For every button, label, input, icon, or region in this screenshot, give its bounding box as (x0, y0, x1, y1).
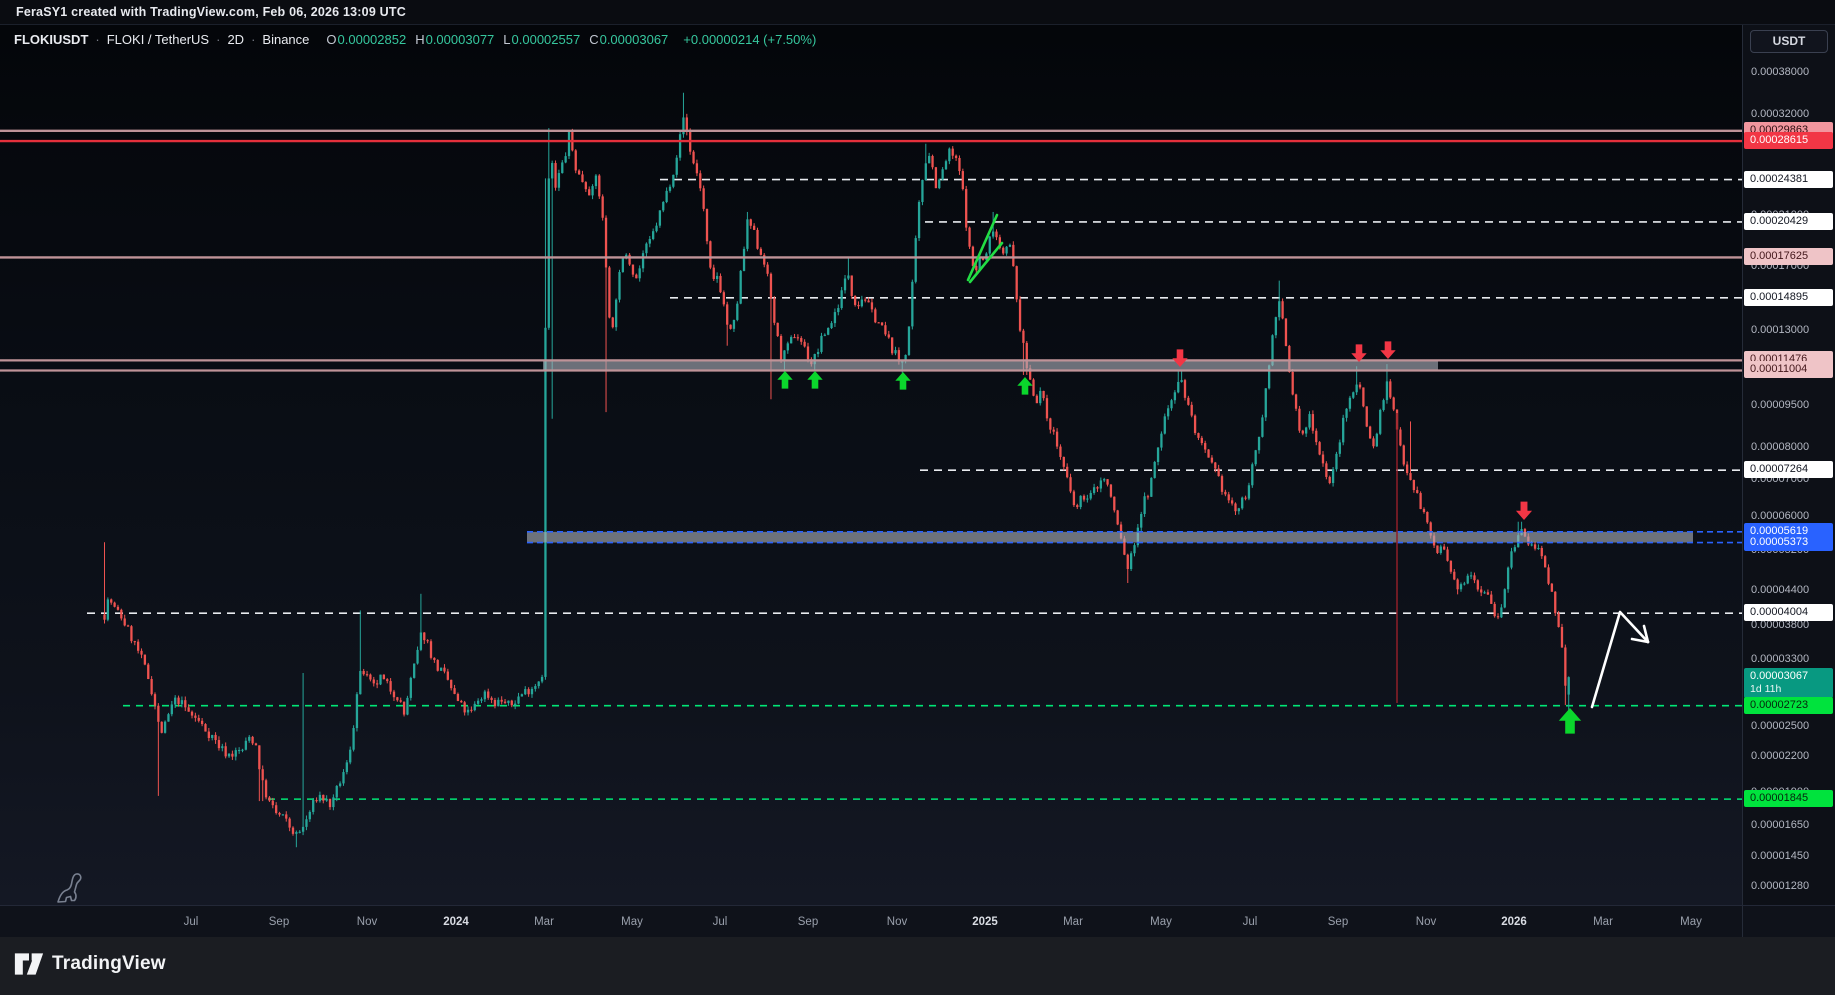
chart-canvas[interactable] (0, 25, 1742, 905)
time-label: Sep (268, 916, 290, 928)
separator: · (216, 32, 221, 47)
ohlc-item: O0.00002852 (326, 32, 407, 47)
price-tick: 0.00001650 (1751, 819, 1810, 832)
price-axis[interactable]: USDT 0.000380000.000320000.000280000.000… (1742, 25, 1835, 905)
dino-watermark-icon (57, 873, 82, 903)
price-level-badge: 0.00014895 (1744, 288, 1833, 306)
price-tick: 0.00001450 (1751, 850, 1810, 863)
price-tick: 0.00002500 (1751, 719, 1810, 732)
symbol-legend: FLOKIUSDT · FLOKI / TetherUS · 2D · Bina… (14, 32, 816, 47)
currency-toggle-button[interactable]: USDT (1750, 30, 1828, 53)
ohlc-item: L0.00002557 (503, 32, 581, 47)
sell-signal-arrow (1380, 341, 1396, 359)
time-label: Sep (1327, 916, 1349, 928)
price-level-badge: 0.00003067 1d 11h (1744, 668, 1833, 699)
price-tick: 0.00009500 (1751, 399, 1810, 412)
time-label: 2026 (1501, 916, 1527, 928)
time-label: Mar (1063, 916, 1083, 928)
supply-zone-011 (543, 360, 1438, 371)
price-tick: 0.00003800 (1751, 619, 1810, 632)
separator: · (251, 32, 256, 47)
tradingview-logo-icon (14, 953, 44, 975)
symbol-name: FLOKIUSDT (14, 32, 89, 47)
price-level-badge: 0.00004004 (1744, 604, 1833, 622)
buy-signal-arrow (777, 371, 793, 389)
buy-signal-arrow (895, 372, 911, 390)
price-level-badge: 0.00011004 (1744, 361, 1833, 379)
ohlc-item: C0.00003067 (589, 32, 669, 47)
symbol-description: FLOKI / TetherUS (106, 32, 210, 47)
buy-signal-arrow (807, 371, 823, 389)
price-tick: 0.00038000 (1751, 66, 1810, 79)
tradingview-window: FeraSY1 created with TradingView.com, Fe… (0, 0, 1835, 995)
price-level-badge: 0.00017625 (1744, 248, 1833, 266)
ohlc-item: H0.00003077 (415, 32, 495, 47)
tradingview-logo[interactable]: TradingView (14, 951, 166, 977)
price-tick: 0.00032000 (1751, 107, 1810, 120)
price-level-badge: 0.00024381 (1744, 170, 1833, 188)
price-tick: 0.00013000 (1751, 323, 1810, 336)
demand-zone-0054 (527, 531, 1693, 543)
price-tick: 0.00001280 (1751, 880, 1810, 893)
level-lines-solid (0, 129, 1742, 544)
price-tick: 0.00008000 (1751, 440, 1810, 453)
change-value: +0.00000214 (+7.50%) (683, 32, 817, 47)
candlesticks (103, 92, 1570, 848)
price-level-badge: 0.00020429 (1744, 212, 1833, 230)
time-label: Jul (1242, 916, 1258, 928)
projection-arrow (1590, 610, 1650, 709)
time-label: Sep (797, 916, 819, 928)
price-tick: 0.00003300 (1751, 653, 1810, 666)
buy-signal-arrow (1558, 708, 1582, 734)
time-label: 2025 (972, 916, 998, 928)
time-label: Jul (712, 916, 728, 928)
price-tick: 0.00002200 (1751, 750, 1810, 763)
price-tick: 0.00006000 (1751, 509, 1810, 522)
time-label: May (621, 916, 643, 928)
level-lines-dashed (87, 178, 1742, 800)
price-level-badge: 0.00001845 (1744, 790, 1833, 808)
time-label: May (1150, 916, 1172, 928)
status-bar: FeraSY1 created with TradingView.com, Fe… (0, 0, 1835, 25)
axis-corner (1742, 906, 1835, 938)
time-label: Mar (534, 916, 554, 928)
footer-bar: TradingView (0, 937, 1835, 995)
time-axis[interactable]: Jul Sep Nov 2024 Mar May Jul Sep Nov 2025 Mar May Ju… (0, 905, 1835, 938)
price-tick: 0.00004400 (1751, 584, 1810, 596)
time-label: Nov (886, 916, 908, 928)
time-label: May (1680, 916, 1702, 928)
price-level-badge: 0.00028615 (1744, 132, 1833, 150)
separator: · (95, 32, 100, 47)
time-label: Nov (356, 916, 378, 928)
sell-signal-arrow (1515, 501, 1533, 520)
time-label: Jul (183, 916, 199, 928)
exchange-label: Binance (262, 32, 310, 47)
price-level-badge: 0.00007264 (1744, 461, 1833, 479)
price-level-badge: 0.00002723 (1744, 696, 1833, 714)
time-label: 2024 (443, 916, 469, 928)
brand-name: TradingView (52, 953, 166, 974)
page-title: FeraSY1 created with TradingView.com, Fe… (16, 5, 406, 19)
ohlc-values: O0.00002852 H0.00003077 L0.00002557 C0.0000… (326, 32, 668, 47)
time-label: Nov (1415, 916, 1437, 928)
price-level-badge: 0.00005373 (1744, 533, 1833, 551)
sr-zones (527, 360, 1693, 543)
interval-label: 2D (227, 32, 245, 47)
time-label: Mar (1593, 916, 1613, 928)
chart-pane[interactable]: FLOKIUSDT · FLOKI / TetherUS · 2D · Bina… (0, 25, 1742, 905)
